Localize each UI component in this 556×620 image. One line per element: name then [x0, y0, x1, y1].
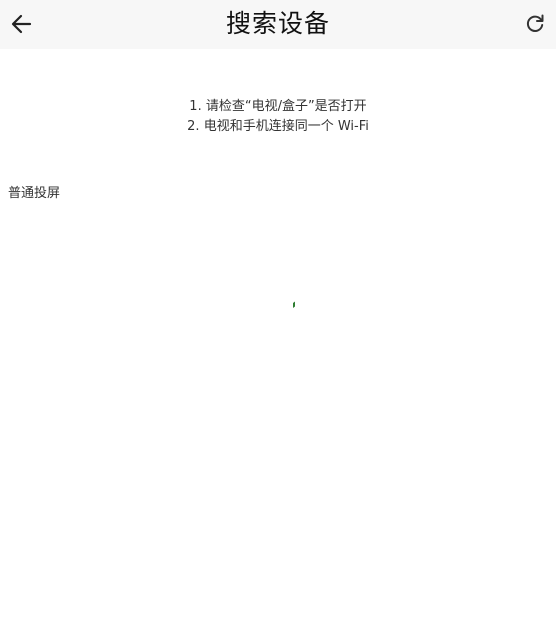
connection-tips: 1. 请检查“电视/盒子”是否打开 2. 电视和手机连接同一个 Wi-Fi: [0, 97, 556, 137]
loading-spinner-icon: [289, 295, 299, 308]
refresh-button[interactable]: [522, 11, 548, 37]
tip-line: 1. 请检查“电视/盒子”是否打开: [189, 99, 367, 114]
section-label-normal-cast: 普通投屏: [8, 186, 61, 201]
tip-line: 2. 电视和手机连接同一个 Wi-Fi: [187, 119, 369, 134]
page-title: 搜索设备: [225, 9, 330, 38]
top-bar: 搜索设备: [0, 0, 556, 49]
refresh-icon: [526, 14, 544, 32]
